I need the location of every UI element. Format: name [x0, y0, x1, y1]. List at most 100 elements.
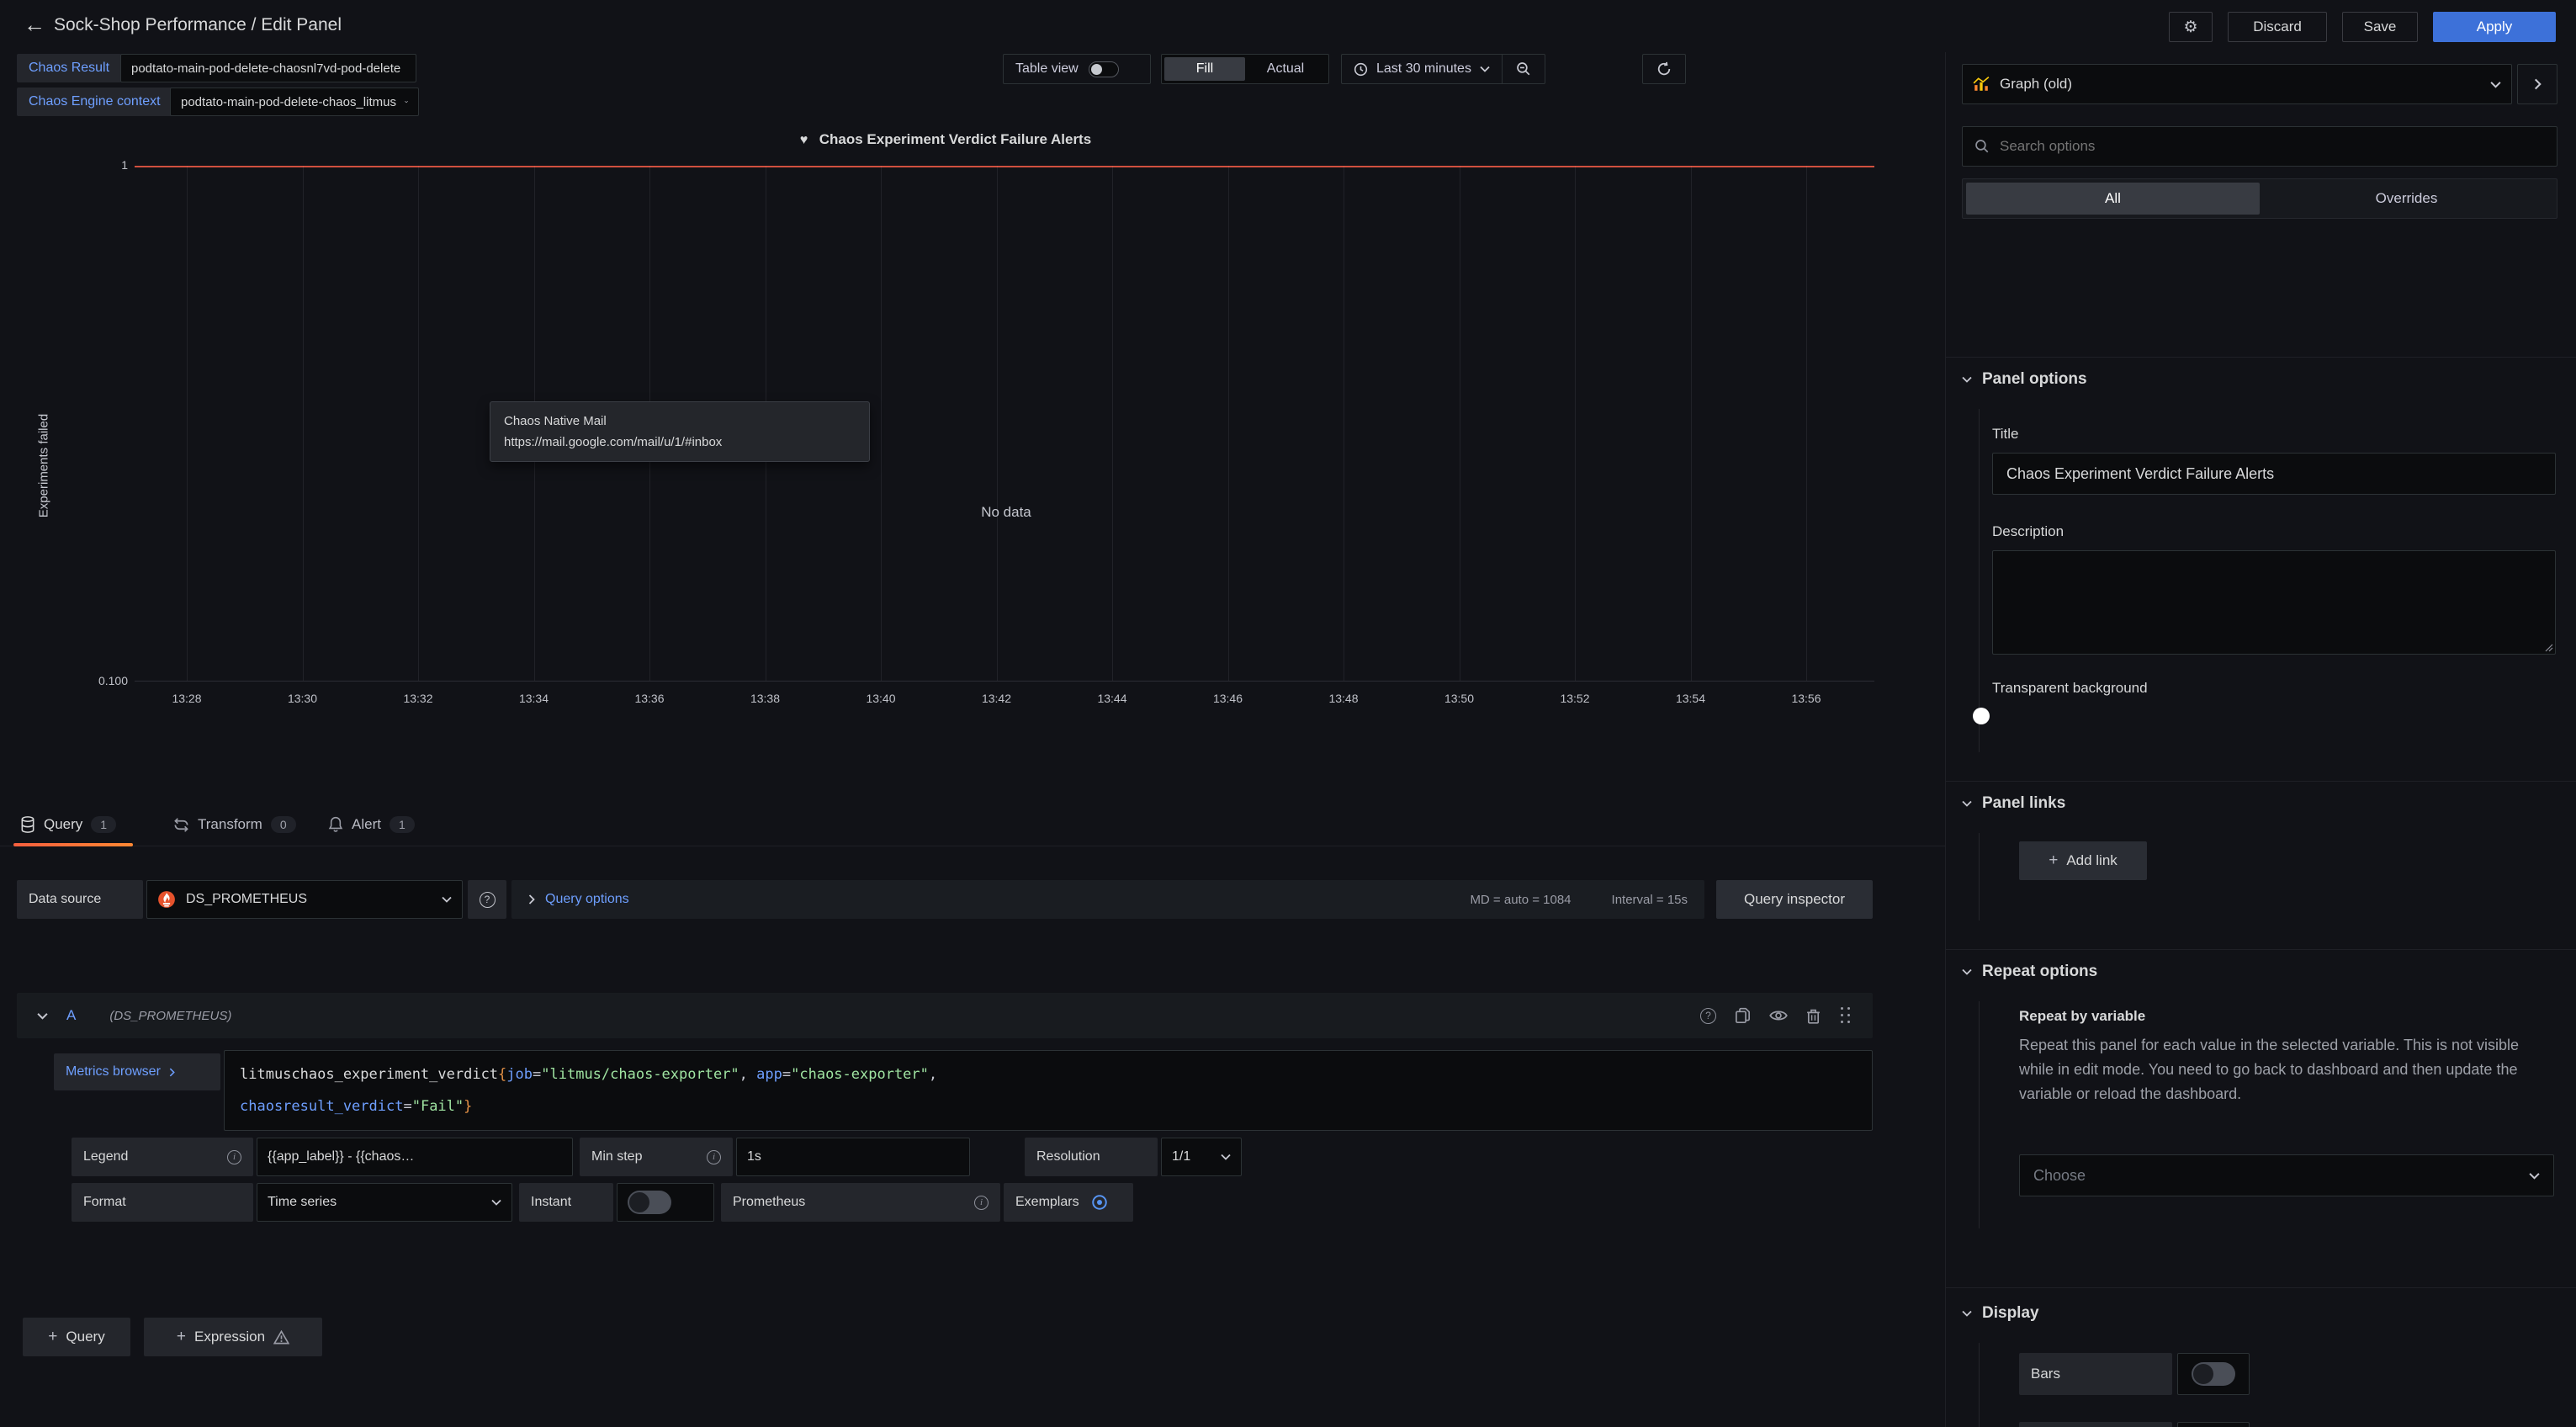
- section-repeat-options[interactable]: Repeat options: [1962, 963, 2097, 981]
- copy-query-icon[interactable]: [1735, 1007, 1751, 1024]
- chevron-down-icon: [1962, 376, 1972, 383]
- time-picker-group: Last 30 minutes: [1341, 54, 1545, 84]
- section-display[interactable]: Display: [1962, 1304, 2039, 1323]
- search-options-input[interactable]: [2000, 138, 2545, 155]
- divider: [1946, 949, 2576, 950]
- divider: [1946, 1287, 2576, 1288]
- database-icon: [20, 816, 35, 833]
- variable-select-chaos-engine-context[interactable]: podtato-main-pod-delete-chaos_litmus: [170, 88, 419, 116]
- panel-settings-button[interactable]: ⚙: [2169, 12, 2213, 42]
- x-tick-label: 13:40: [847, 692, 914, 705]
- options-pane-divider: [1945, 52, 1946, 1427]
- save-button[interactable]: Save: [2342, 12, 2418, 42]
- apply-button[interactable]: Apply: [2433, 12, 2556, 42]
- section-guide: [1979, 1001, 1980, 1228]
- description-field-label: Description: [1992, 523, 2064, 540]
- resize-handle-icon[interactable]: [2543, 642, 2553, 652]
- datasource-picker[interactable]: DS_PROMETHEUS: [146, 880, 463, 919]
- query-inspector-button[interactable]: Query inspector: [1716, 880, 1873, 919]
- gridline: [187, 166, 188, 681]
- fill-option[interactable]: Fill: [1164, 57, 1245, 81]
- query-options-toggle[interactable]: Query options: [528, 892, 629, 907]
- divider: [1946, 357, 2576, 358]
- gridline: [303, 166, 304, 681]
- resolution-label: Resolution: [1025, 1138, 1158, 1176]
- time-range-label: Last 30 minutes: [1376, 61, 1471, 77]
- add-query-button[interactable]: + Query: [23, 1318, 130, 1356]
- metrics-browser-button[interactable]: Metrics browser: [54, 1053, 220, 1090]
- plot-area[interactable]: No data: [135, 166, 1874, 682]
- transparent-bg-label: Transparent background: [1992, 680, 2148, 697]
- clock-icon: [1354, 62, 1368, 77]
- actual-option[interactable]: Actual: [1245, 57, 1326, 81]
- exemplars-eye-icon[interactable]: [1091, 1194, 1108, 1211]
- query-count-badge: 1: [91, 816, 116, 833]
- x-tick-label: 13:46: [1195, 692, 1262, 705]
- gridline: [881, 166, 882, 681]
- promql-editor[interactable]: litmuschaos_experiment_verdict{job="litm…: [224, 1050, 1873, 1131]
- max-data-points-text: MD = auto = 1084: [1470, 893, 1571, 907]
- back-arrow-icon[interactable]: ←: [24, 12, 45, 38]
- section-panel-options[interactable]: Panel options: [1962, 370, 2087, 389]
- filter-tab-all[interactable]: All: [1966, 183, 2260, 215]
- time-range-picker[interactable]: Last 30 minutes: [1342, 55, 1502, 83]
- chevron-down-icon: [37, 1012, 48, 1020]
- chevron-down-icon: [491, 1199, 501, 1206]
- gridline: [1112, 166, 1113, 681]
- collapse-pane-button[interactable]: [2517, 64, 2557, 104]
- resolution-select[interactable]: 1/1: [1161, 1138, 1242, 1176]
- table-view-control[interactable]: Table view: [1003, 54, 1151, 84]
- format-select[interactable]: Time series: [257, 1183, 512, 1222]
- refresh-button[interactable]: [1642, 54, 1686, 84]
- discard-button[interactable]: Discard: [2228, 12, 2327, 42]
- legend-input[interactable]: [257, 1138, 573, 1176]
- datasource-label: Data source: [17, 880, 143, 919]
- add-expression-button[interactable]: + Expression: [144, 1318, 322, 1356]
- prometheus-type-label: Prometheus i: [721, 1183, 1000, 1222]
- bars-toggle[interactable]: [2192, 1362, 2235, 1386]
- chevron-down-icon: [1962, 800, 1972, 807]
- drag-handle-icon[interactable]: [1839, 1006, 1852, 1025]
- gear-icon: ⚙: [2183, 18, 2197, 37]
- app-header: ← Sock-Shop Performance / Edit Panel ⚙ D…: [0, 0, 2576, 52]
- add-link-button[interactable]: + Add link: [2019, 841, 2147, 880]
- gridline: [1575, 166, 1576, 681]
- tab-alert[interactable]: Alert 1: [328, 806, 415, 843]
- chevron-down-icon: [405, 98, 408, 105]
- query-row-header[interactable]: A (DS_PROMETHEUS) ?: [17, 993, 1873, 1038]
- table-view-toggle[interactable]: [1089, 61, 1119, 77]
- panel-title-input[interactable]: [1992, 453, 2556, 495]
- variable-label-chaos-engine-context: Chaos Engine context: [17, 88, 172, 116]
- datasource-help-button[interactable]: ?: [468, 880, 506, 919]
- chart-title: Chaos Experiment Verdict Failure Alerts: [819, 131, 1091, 147]
- x-tick-label: 13:32: [384, 692, 452, 705]
- repeat-variable-select[interactable]: Choose: [2019, 1154, 2554, 1196]
- visualization-picker[interactable]: Graph (old): [1962, 64, 2512, 104]
- x-tick-label: 13:28: [153, 692, 220, 705]
- gridline: [1691, 166, 1692, 681]
- chevron-down-icon: [2529, 1172, 2540, 1180]
- query-help-icon[interactable]: ?: [1700, 1008, 1716, 1024]
- instant-toggle[interactable]: [628, 1191, 671, 1214]
- x-tick-label: 13:50: [1426, 692, 1493, 705]
- visualization-name: Graph (old): [2000, 76, 2072, 93]
- filter-tab-overrides[interactable]: Overrides: [2260, 183, 2553, 215]
- interval-text: Interval = 15s: [1612, 893, 1688, 907]
- chevron-right-icon: [528, 894, 535, 904]
- options-filter-tabs: All Overrides: [1962, 178, 2557, 219]
- panel-description-textarea[interactable]: [1992, 550, 2556, 655]
- section-panel-links[interactable]: Panel links: [1962, 794, 2065, 813]
- min-step-input[interactable]: [736, 1138, 970, 1176]
- threshold-line: [135, 166, 1874, 167]
- section-guide: [1979, 409, 1980, 752]
- tab-query[interactable]: Query 1: [20, 806, 116, 843]
- variable-select-chaos-result[interactable]: podtato-main-pod-delete-chaosnl7vd-pod-d…: [120, 54, 416, 82]
- legend-label: Legend i: [72, 1138, 253, 1176]
- tab-transform[interactable]: Transform 0: [173, 806, 296, 843]
- divider: [1946, 781, 2576, 782]
- chart-header[interactable]: ♥ Chaos Experiment Verdict Failure Alert…: [17, 131, 1874, 148]
- hide-query-icon[interactable]: [1769, 1009, 1788, 1022]
- zoom-out-icon: [1516, 61, 1531, 77]
- delete-query-icon[interactable]: [1806, 1008, 1821, 1024]
- zoom-out-button[interactable]: [1503, 55, 1545, 83]
